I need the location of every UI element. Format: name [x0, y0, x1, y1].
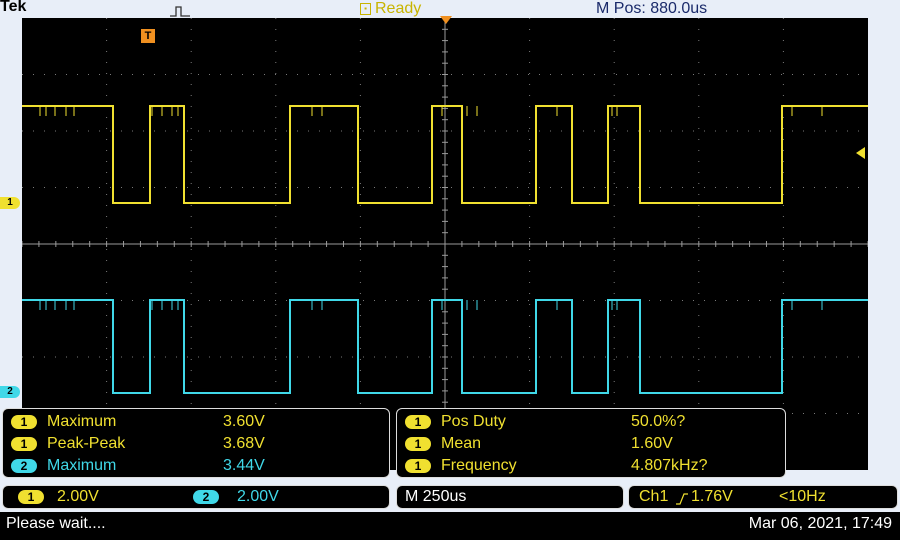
ch1-volts-per-div[interactable]: 2.00V	[57, 488, 99, 506]
measurement-row: 2 Maximum 3.44V	[11, 456, 265, 476]
channel-badge: 2	[11, 459, 37, 473]
channel-badge: 1	[11, 415, 37, 429]
trigger-level-arrow-icon[interactable]	[856, 147, 865, 159]
measurement-row: 1 Maximum 3.60V	[11, 412, 265, 432]
status-text: Ready	[375, 0, 422, 17]
channel-badge: 1	[405, 459, 431, 473]
status-message: Please wait....	[6, 515, 106, 532]
ch2-volts-per-div[interactable]: 2.00V	[237, 488, 279, 506]
measurements-panel-left: 1 Maximum 3.60V 1 Peak-Peak 3.68V 2 Maxi…	[2, 408, 390, 478]
measurement-value: 1.60V	[631, 435, 673, 452]
message-bar: Please wait.... Mar 06, 2021, 17:49	[0, 512, 900, 540]
ch2-ground-marker[interactable]: 2	[0, 386, 20, 398]
trigger-marker-label: T	[144, 30, 152, 42]
ch1-ground-marker[interactable]: 1	[0, 197, 20, 209]
trigger-time-marker-icon[interactable]	[440, 16, 452, 24]
waveform-display[interactable]	[22, 18, 868, 470]
timebase-value[interactable]: M 250us	[405, 488, 466, 506]
ch1-scale-badge: 1	[18, 490, 44, 504]
measurement-row: 1 Mean 1.60V	[405, 434, 673, 454]
measurements-panel-right: 1 Pos Duty 50.0%? 1 Mean 1.60V 1 Frequen…	[396, 408, 786, 478]
measurement-name: Peak-Peak	[47, 435, 126, 452]
trigger-position-marker[interactable]: T	[141, 29, 155, 43]
channel-badge: 1	[405, 415, 431, 429]
channel-badge: 1	[11, 437, 37, 451]
ch2-marker-label: 2	[7, 386, 13, 397]
timebase-panel[interactable]: M 250us	[396, 485, 624, 509]
rising-edge-icon	[676, 492, 688, 510]
ch2-scale-badge: 2	[193, 490, 219, 504]
measurement-name: Maximum	[47, 457, 117, 474]
vertical-scale-panel[interactable]: 1 2.00V 2 2.00V	[2, 485, 390, 509]
horizontal-position: M Pos: 880.0us	[596, 0, 708, 17]
brand-logo: Tek	[0, 0, 27, 15]
measurement-value: 3.68V	[223, 435, 265, 452]
date-time: Mar 06, 2021, 17:49	[748, 515, 892, 532]
measurement-value: 4.807kHz?	[631, 457, 708, 474]
trigger-level[interactable]: 1.76V	[691, 488, 733, 506]
measurement-row: 1 Pos Duty 50.0%?	[405, 412, 685, 432]
waveform-graticule	[22, 18, 868, 470]
measurement-value: 3.60V	[223, 413, 265, 430]
measurement-row: 1 Peak-Peak 3.68V	[11, 434, 265, 454]
measurement-name: Pos Duty	[441, 413, 506, 430]
run-state-icon: ▪	[360, 3, 371, 15]
right-margin	[868, 18, 900, 470]
trigger-panel[interactable]: Ch1 1.76V <10Hz	[628, 485, 898, 509]
measurement-value: 3.44V	[223, 457, 265, 474]
channel-badge: 1	[405, 437, 431, 451]
measurement-name: Frequency	[441, 457, 517, 474]
trigger-source[interactable]: Ch1	[639, 488, 668, 506]
measurement-row: 1 Frequency 4.807kHz?	[405, 456, 708, 476]
acquisition-status: ▪ Ready	[360, 0, 421, 18]
trigger-frequency: <10Hz	[779, 488, 826, 505]
measurement-name: Maximum	[47, 413, 117, 430]
ch1-marker-label: 1	[7, 197, 13, 208]
measurement-value: 50.0%?	[631, 413, 686, 430]
measurement-name: Mean	[441, 435, 482, 452]
